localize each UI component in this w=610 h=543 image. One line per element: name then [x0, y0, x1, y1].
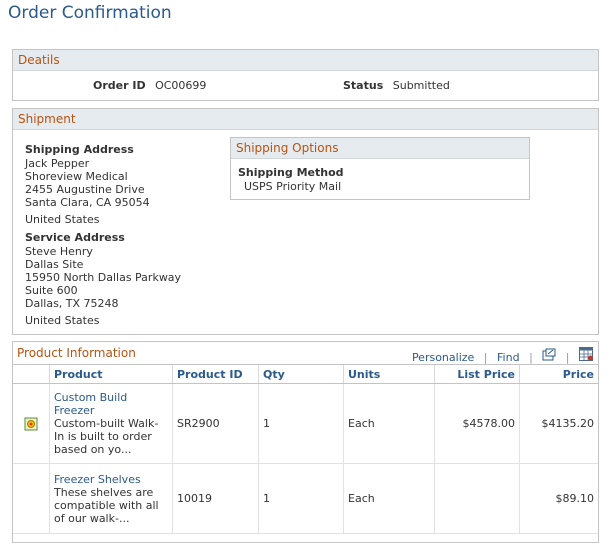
product-grid-header: Product Information Personalize | Find |…	[13, 342, 598, 364]
column-header: Units	[343, 364, 435, 384]
shipping-address-line: Jack Pepper	[25, 157, 90, 170]
price-cell: $89.10	[519, 463, 598, 534]
product-description: Custom-built Walk-In is built to order b…	[54, 417, 159, 456]
product-icon-cell	[13, 383, 50, 464]
product-cell: Freezer Shelves These shelves are compat…	[49, 463, 173, 534]
service-address-line: Steve Henry	[25, 245, 93, 258]
order-id-label: Order ID	[93, 79, 146, 92]
service-address-label: Service Address	[25, 231, 125, 244]
personalize-link[interactable]: Personalize	[412, 351, 474, 364]
list-price-cell: $4578.00	[434, 383, 520, 464]
product-id-cell: SR2900	[172, 383, 259, 464]
status-value: Submitted	[392, 79, 450, 92]
shipping-method-value: USPS Priority Mail	[244, 180, 342, 193]
list-price-cell	[434, 463, 520, 534]
service-address-line: Dallas, TX 75248	[25, 297, 119, 310]
shipment-header: Shipment	[13, 109, 598, 130]
download-spreadsheet-icon[interactable]	[579, 347, 594, 364]
column-header: Product	[49, 364, 173, 384]
product-icon-cell	[13, 463, 50, 534]
page-title: Order Confirmation	[8, 3, 172, 23]
shipping-options-group: Shipping Options Shipping Method USPS Pr…	[230, 137, 530, 200]
shipping-address-line: Santa Clara, CA 95054	[25, 196, 150, 209]
grid-toolbar: Personalize | Find | |	[406, 347, 594, 364]
service-address-block: Service Address Steve Henry Dallas Site …	[25, 231, 235, 327]
table-header-row: Product Product ID Qty Units List Price …	[13, 364, 598, 384]
toolbar-divider: |	[483, 351, 488, 364]
details-header: Deatils	[13, 50, 598, 71]
units-cell: Each	[343, 463, 435, 534]
column-header: Product ID	[172, 364, 259, 384]
product-name-link[interactable]: Custom Build Freezer	[54, 391, 168, 417]
shipping-options-header: Shipping Options	[231, 138, 529, 159]
service-address-line: Dallas Site	[25, 258, 84, 271]
product-id-cell: 10019	[172, 463, 259, 534]
service-address-line: Suite 600	[25, 284, 78, 297]
product-warning-icon	[24, 417, 38, 431]
shipping-address-line: Shoreview Medical	[25, 170, 128, 183]
product-grid: Product Information Personalize | Find |…	[12, 341, 599, 543]
product-description: These shelves are compatible with all of…	[54, 485, 159, 525]
units-cell: Each	[343, 383, 435, 464]
shipping-address-line: 2455 Augustine Drive	[25, 183, 145, 196]
column-header: Qty	[258, 364, 344, 384]
shipping-method-label: Shipping Method	[238, 166, 344, 179]
product-name-link[interactable]: Freezer Shelves	[54, 473, 168, 486]
column-header: List Price	[434, 364, 520, 384]
shipping-address-label: Shipping Address	[25, 143, 134, 156]
order-id-value: OC00699	[155, 79, 207, 92]
qty-cell: 1	[258, 463, 344, 534]
product-table: Product Product ID Qty Units List Price …	[13, 364, 598, 534]
service-address-line: 15950 North Dallas Parkway	[25, 271, 182, 284]
find-link[interactable]: Find	[497, 351, 520, 364]
table-row: Freezer Shelves These shelves are compat…	[13, 463, 598, 534]
toolbar-divider: |	[565, 351, 570, 364]
column-header: Price	[519, 364, 598, 384]
toolbar-divider: |	[529, 351, 533, 364]
status-label: Status	[343, 79, 384, 92]
table-row: Custom Build Freezer Custom-built Walk-I…	[13, 383, 598, 464]
shipment-group: Shipment Shipping Address Jack Pepper Sh…	[12, 108, 599, 335]
service-address-line: United States	[25, 314, 100, 327]
shipping-address-line: United States	[25, 213, 100, 226]
product-cell: Custom Build Freezer Custom-built Walk-I…	[49, 383, 173, 464]
new-window-icon[interactable]	[542, 348, 560, 364]
shipping-address-block: Shipping Address Jack Pepper Shoreview M…	[25, 143, 225, 226]
icon-column-header	[13, 364, 50, 384]
product-grid-title: Product Information	[17, 346, 136, 360]
qty-cell: 1	[258, 383, 344, 464]
price-cell: $4135.20	[519, 383, 598, 464]
details-group: Deatils Order ID OC00699 Status Submitte…	[12, 49, 599, 101]
